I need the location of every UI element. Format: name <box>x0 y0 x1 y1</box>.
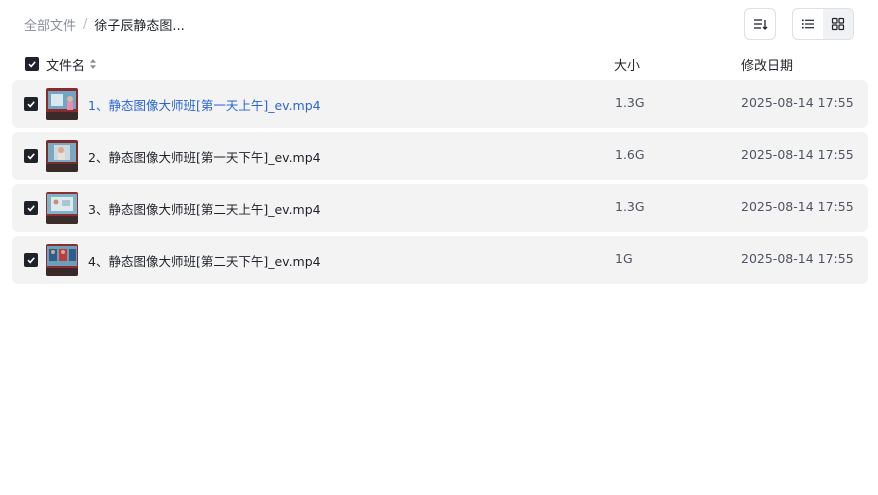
check-icon <box>27 101 35 108</box>
file-date: 2025-08-14 17:55 <box>741 199 854 214</box>
row-checkbox[interactable] <box>24 201 38 215</box>
check-icon <box>28 61 36 68</box>
file-date: 2025-08-14 17:55 <box>741 251 854 266</box>
sort-updown-icon <box>90 59 97 69</box>
file-size: 1.3G <box>615 95 645 110</box>
check-icon <box>27 153 35 160</box>
file-row[interactable]: 3、静态图像大师班[第二天上午]_ev.mp4 1.3G 2025-08-14 … <box>12 184 868 232</box>
column-name-label: 文件名 <box>46 58 86 74</box>
row-checkbox[interactable] <box>24 253 38 267</box>
file-name[interactable]: 1、静态图像大师班[第一天上午]_ev.mp4 <box>88 95 321 114</box>
breadcrumb-separator: / <box>83 16 88 32</box>
column-header-date[interactable]: 修改日期 <box>741 55 793 74</box>
file-date: 2025-08-14 17:55 <box>741 95 854 110</box>
table-header: 文件名 大小 修改日期 <box>12 52 868 76</box>
breadcrumb: 全部文件 / 徐子辰静态图... <box>24 14 185 34</box>
video-thumbnail <box>46 88 78 120</box>
column-header-size[interactable]: 大小 <box>614 55 640 74</box>
file-size: 1.6G <box>615 147 645 162</box>
file-name[interactable]: 4、静态图像大师班[第二天下午]_ev.mp4 <box>88 251 321 270</box>
sort-lines-icon <box>754 19 768 30</box>
video-thumbnail <box>46 140 78 172</box>
video-thumbnail <box>46 192 78 224</box>
row-checkbox[interactable] <box>24 97 38 111</box>
select-all-checkbox[interactable] <box>25 57 39 71</box>
file-date: 2025-08-14 17:55 <box>741 147 854 162</box>
file-name[interactable]: 3、静态图像大师班[第二天上午]_ev.mp4 <box>88 199 321 218</box>
file-row[interactable]: 4、静态图像大师班[第二天下午]_ev.mp4 1G 2025-08-14 17… <box>12 236 868 284</box>
file-row[interactable]: 2、静态图像大师班[第一天下午]_ev.mp4 1.6G 2025-08-14 … <box>12 132 868 180</box>
list-view-icon <box>802 19 814 29</box>
file-size: 1G <box>615 251 633 266</box>
toolbar <box>744 8 854 40</box>
row-checkbox[interactable] <box>24 149 38 163</box>
list-view-button[interactable] <box>793 9 823 39</box>
grid-view-icon <box>831 17 845 31</box>
breadcrumb-current: 徐子辰静态图... <box>94 18 185 34</box>
grid-view-button[interactable] <box>823 9 853 39</box>
breadcrumb-root[interactable]: 全部文件 <box>24 15 76 34</box>
view-toggle <box>792 8 854 40</box>
file-size: 1.3G <box>615 199 645 214</box>
column-header-name[interactable]: 文件名 <box>46 55 97 74</box>
file-list: 1、静态图像大师班[第一天上午]_ev.mp4 1.3G 2025-08-14 … <box>12 80 868 288</box>
sort-button[interactable] <box>744 8 776 40</box>
check-icon <box>27 205 35 212</box>
file-name[interactable]: 2、静态图像大师班[第一天下午]_ev.mp4 <box>88 147 321 166</box>
video-thumbnail <box>46 244 78 276</box>
file-row[interactable]: 1、静态图像大师班[第一天上午]_ev.mp4 1.3G 2025-08-14 … <box>12 80 868 128</box>
check-icon <box>27 257 35 264</box>
